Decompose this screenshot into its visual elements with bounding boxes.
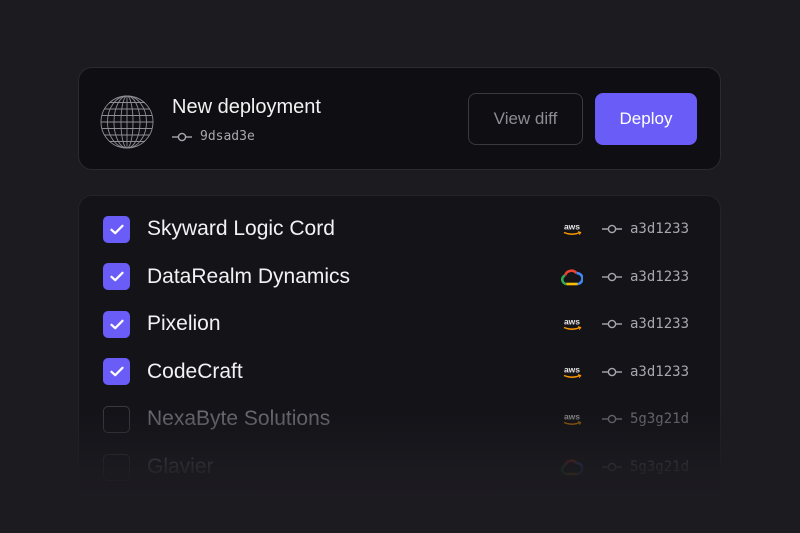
git-commit-icon [602, 319, 630, 329]
project-checkbox[interactable] [103, 310, 130, 338]
deployment-card: New deployment 9dsad3e View diff Deploy [78, 67, 721, 170]
project-commit-hash: 5g3g21d [630, 459, 690, 475]
project-checkbox[interactable] [103, 405, 130, 433]
google-cloud-logo-icon [561, 458, 583, 476]
aws-logo-icon: aws [561, 410, 583, 428]
view-diff-button[interactable]: View diff [468, 93, 583, 145]
project-commit: a3d1233 [602, 269, 689, 285]
project-commit-hash: a3d1233 [630, 268, 690, 285]
checkmark-icon [109, 319, 124, 330]
checkmark-icon [109, 224, 124, 235]
svg-text:aws: aws [564, 412, 580, 422]
deployment-title: New deployment [172, 96, 321, 118]
project-commit-hash: 5g3g21d [630, 411, 690, 428]
deployment-commit: 9dsad3e [172, 129, 255, 144]
git-commit-icon [602, 367, 630, 377]
git-commit-icon [172, 132, 192, 141]
project-row[interactable]: NexaByte Solutions aws 5g3g21d [79, 399, 720, 439]
project-name: Skyward Logic Cord [147, 217, 335, 240]
aws-logo-icon: aws [561, 315, 583, 333]
project-checkbox[interactable] [103, 453, 130, 481]
deploy-button[interactable]: Deploy [595, 93, 697, 145]
project-row[interactable]: Skyward Logic Cord aws a3d1233 [79, 209, 720, 249]
project-checkbox[interactable] [103, 358, 130, 386]
aws-logo-icon: aws [561, 363, 583, 381]
project-commit: 5g3g21d [602, 459, 689, 475]
project-commit: a3d1233 [602, 364, 689, 380]
project-commit: a3d1233 [602, 316, 689, 332]
project-commit-hash: a3d1233 [630, 316, 690, 333]
project-row[interactable]: Pixelion aws a3d1233 [79, 304, 720, 344]
svg-text:aws: aws [564, 222, 580, 232]
project-list: Skyward Logic Cord aws a3d1233 DataRealm Dy… [78, 195, 721, 495]
project-name: CodeCraft [147, 359, 243, 383]
project-name: NexaByte Solutions [147, 407, 331, 431]
project-row[interactable]: CodeCraft aws a3d1233 [79, 352, 720, 392]
project-checkbox[interactable] [103, 215, 130, 243]
aws-logo-icon: aws [561, 220, 583, 238]
project-row[interactable]: Glavier 5g3g21d [79, 447, 720, 487]
checkmark-icon [109, 366, 124, 377]
globe-icon [100, 95, 154, 149]
svg-text:aws: aws [564, 317, 580, 327]
svg-text:aws: aws [564, 365, 580, 375]
project-commit-hash: a3d1233 [630, 363, 690, 380]
git-commit-icon [602, 414, 630, 424]
project-commit-hash: a3d1233 [630, 221, 690, 237]
project-name: Glavier [147, 455, 214, 478]
project-checkbox[interactable] [103, 263, 130, 291]
git-commit-icon [602, 224, 630, 234]
checkmark-icon [109, 271, 124, 282]
deployment-commit-hash: 9dsad3e [200, 129, 255, 144]
project-row[interactable]: DataRealm Dynamics a3d1233 [79, 257, 720, 297]
git-commit-icon [602, 462, 630, 472]
google-cloud-logo-icon [561, 268, 583, 286]
project-name: DataRealm Dynamics [147, 264, 351, 288]
project-name: Pixelion [147, 312, 221, 336]
git-commit-icon [602, 272, 630, 282]
project-commit: 5g3g21d [602, 411, 689, 427]
project-commit: a3d1233 [602, 221, 689, 237]
